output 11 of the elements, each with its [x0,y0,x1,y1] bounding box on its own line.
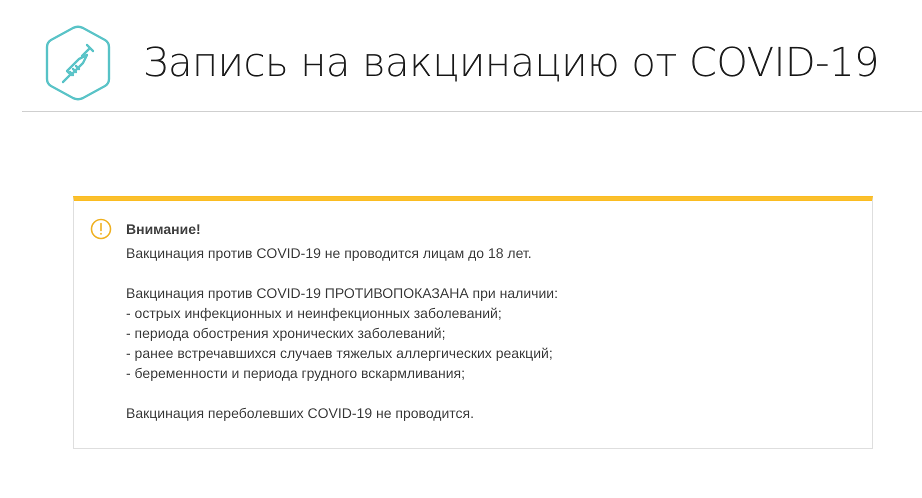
notice-line: Вакцинация против COVID-19 не проводится лицам до 18 лет. [126,244,533,263]
notice-line: - периода обострения хронических заболеваний; [126,324,446,343]
warning-icon [90,218,112,240]
notice-line: Вакцинация против COVID-19 ПРОТИВОПОКАЗАНА при наличии: [126,284,558,303]
notice-line: - беременности и периода грудного вскармливания; [126,364,466,383]
notice-line: - ранее встречавшихся случаев тяжелых аллергических реакций; [126,344,554,363]
syringe-icon [45,24,111,100]
page-title: Запись на вакцинацию от COVID-19 [143,40,879,86]
warning-heading: Внимание! [126,220,202,239]
notice-line: - острых инфекционных и неинфекционных заболеваний; [126,304,503,323]
notice-line: Вакцинация переболевших COVID-19 не проводится. [126,404,476,423]
